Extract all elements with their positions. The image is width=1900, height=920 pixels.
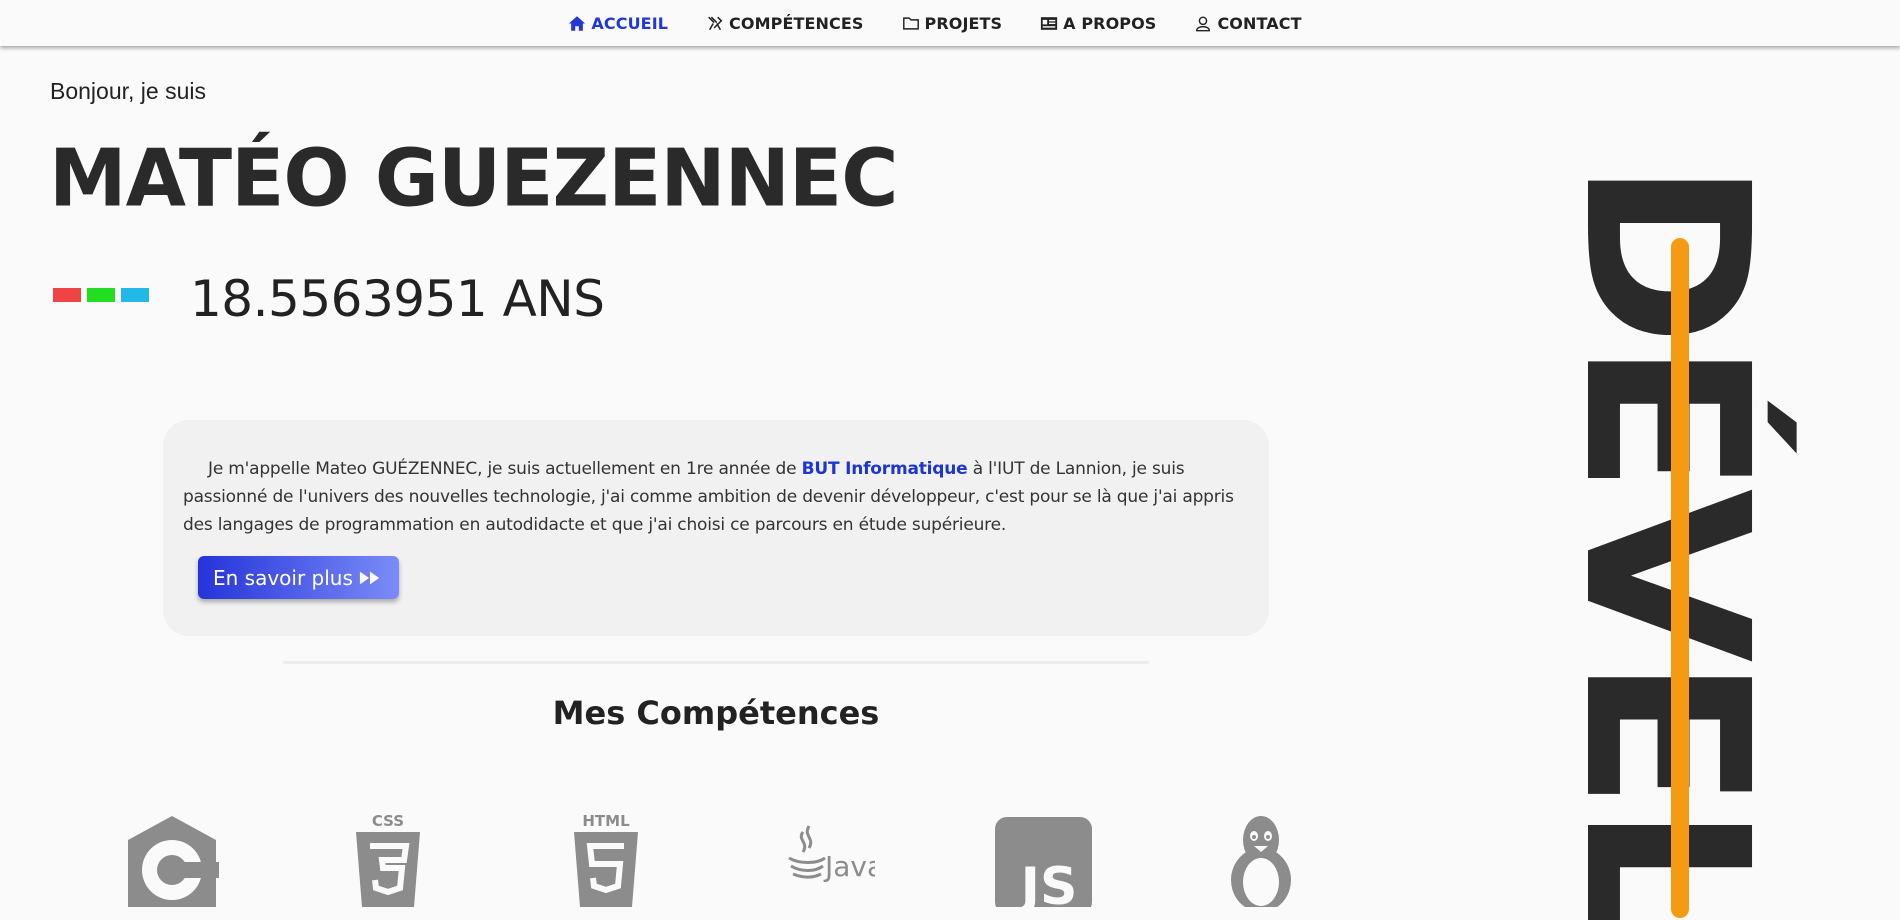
tools-icon (708, 16, 723, 30)
nav-label: CONTACT (1217, 13, 1302, 33)
color-dots (53, 288, 149, 302)
intro-highlight: BUT Informatique (801, 459, 968, 479)
nav-item-apropos[interactable]: A PROPOS (1040, 14, 1156, 33)
red-dot (53, 288, 81, 302)
greeting-text: Bonjour, je suis (50, 78, 206, 104)
nav-item-accueil[interactable]: ACCUEIL (568, 14, 668, 33)
skills-title: Mes Compétences (552, 694, 880, 732)
css3-logo-icon: CSS (356, 812, 420, 907)
vertical-dev-text: DÉVEL (1565, 160, 1796, 920)
intro-card: Je m'appelle Mateo GUÉZENNEC, je suis ac… (163, 420, 1269, 636)
nav-label: PROJETS (924, 13, 1003, 33)
intro-paragraph: Je m'appelle Mateo GUÉZENNEC, je suis ac… (183, 455, 1241, 539)
nav-item-competences[interactable]: COMPÉTENCES (706, 14, 863, 33)
java-logo-icon: Java (788, 825, 875, 883)
folder-icon (902, 16, 919, 30)
orange-accent-bar (1671, 238, 1689, 918)
nav-item-projets[interactable]: PROJETS (902, 14, 1003, 33)
id-card-icon (1041, 16, 1058, 30)
fast-forward-icon (359, 571, 380, 584)
html5-logo-icon: HTML (574, 812, 638, 907)
java-label: Java (823, 850, 875, 883)
top-navbar: ACCUEIL COMPÉTENCES PROJETS A PROPOS CON… (0, 0, 1900, 46)
js-logo-icon: JS (995, 817, 1092, 907)
vertical-dev-banner: DÉVEL (1565, 160, 1815, 920)
learn-more-button[interactable]: En savoir plus (198, 556, 399, 599)
css-label: CSS (372, 812, 404, 830)
nav-menu: ACCUEIL COMPÉTENCES PROJETS A PROPOS CON… (549, 14, 1320, 33)
blue-dot (121, 288, 149, 302)
intro-text-before: Je m'appelle Mateo GUÉZENNEC, je suis ac… (208, 459, 802, 479)
linux-tux-icon (1231, 816, 1291, 907)
hero-name: MATÉO GUEZENNEC (49, 133, 898, 225)
nav-label: COMPÉTENCES (729, 13, 864, 33)
c-logo-icon (128, 816, 219, 907)
section-divider (283, 661, 1149, 664)
green-dot (87, 288, 115, 302)
nav-label: ACCUEIL (591, 13, 669, 33)
nav-label: A PROPOS (1063, 13, 1157, 33)
html-label: HTML (582, 812, 630, 830)
home-icon (569, 15, 586, 31)
user-icon (1196, 15, 1211, 31)
learn-more-label: En savoir plus (213, 565, 353, 590)
js-label: JS (1018, 857, 1078, 907)
nav-item-contact[interactable]: CONTACT (1194, 14, 1301, 33)
age-counter: 18.5563951 ANS (190, 270, 605, 328)
